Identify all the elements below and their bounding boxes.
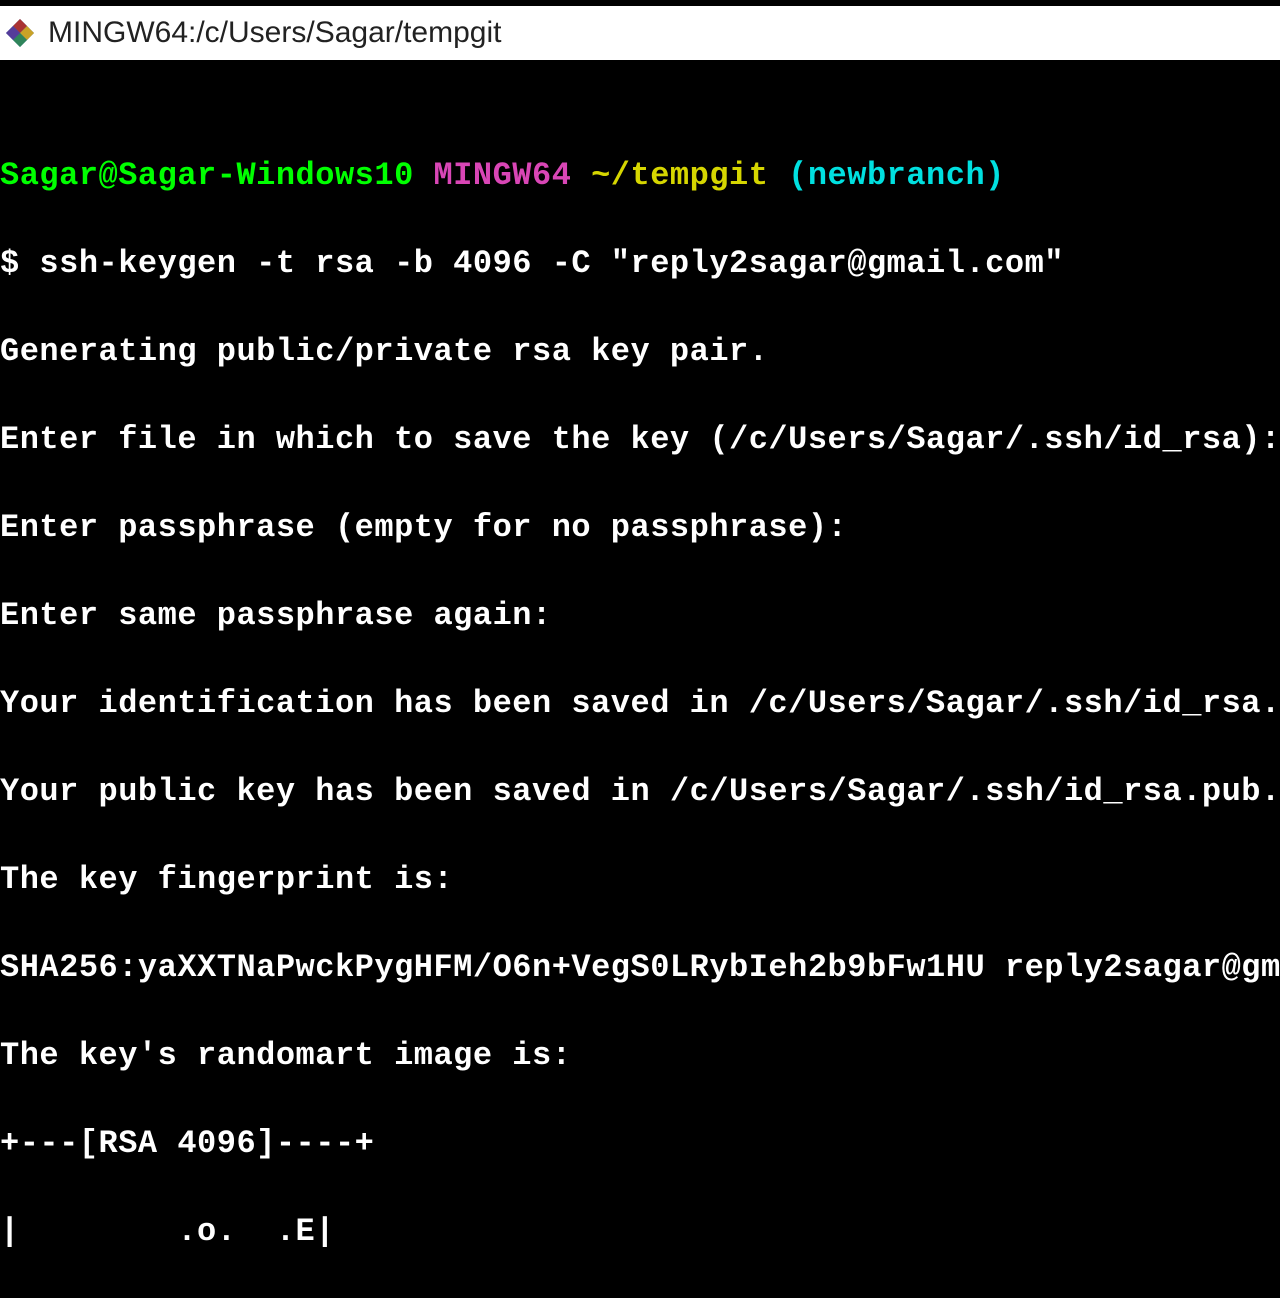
output-line: Your identification has been saved in /c…: [0, 682, 1280, 726]
prompt-path: ~/tempgit: [591, 157, 768, 194]
command-line: $ ssh-keygen -t rsa -b 4096 -C "reply2sa…: [0, 242, 1280, 286]
output-line: +---[RSA 4096]----+: [0, 1122, 1280, 1166]
output-line: Your public key has been saved in /c/Use…: [0, 770, 1280, 814]
window-titlebar[interactable]: MINGW64:/c/Users/Sagar/tempgit: [0, 0, 1280, 60]
prompt-line: Sagar@Sagar-Windows10 MINGW64 ~/tempgit …: [0, 154, 1280, 198]
prompt-env: MINGW64: [433, 157, 571, 194]
output-line: Generating public/private rsa key pair.: [0, 330, 1280, 374]
output-line: Enter file in which to save the key (/c/…: [0, 418, 1280, 462]
window-title: MINGW64:/c/Users/Sagar/tempgit: [48, 16, 501, 50]
prompt-user: Sagar@Sagar-Windows10: [0, 157, 414, 194]
output-line: SHA256:yaXXTNaPwckPygHFM/O6n+VegS0LRybIe…: [0, 946, 1280, 990]
output-line: Enter passphrase (empty for no passphras…: [0, 506, 1280, 550]
output-line: | .o. .E|: [0, 1210, 1280, 1254]
mingw-icon: [2, 15, 38, 51]
output-line: Enter same passphrase again:: [0, 594, 1280, 638]
output-line: The key fingerprint is:: [0, 858, 1280, 902]
prompt-branch: (newbranch): [788, 157, 1005, 194]
terminal-output[interactable]: Sagar@Sagar-Windows10 MINGW64 ~/tempgit …: [0, 60, 1280, 1298]
output-line: The key's randomart image is:: [0, 1034, 1280, 1078]
